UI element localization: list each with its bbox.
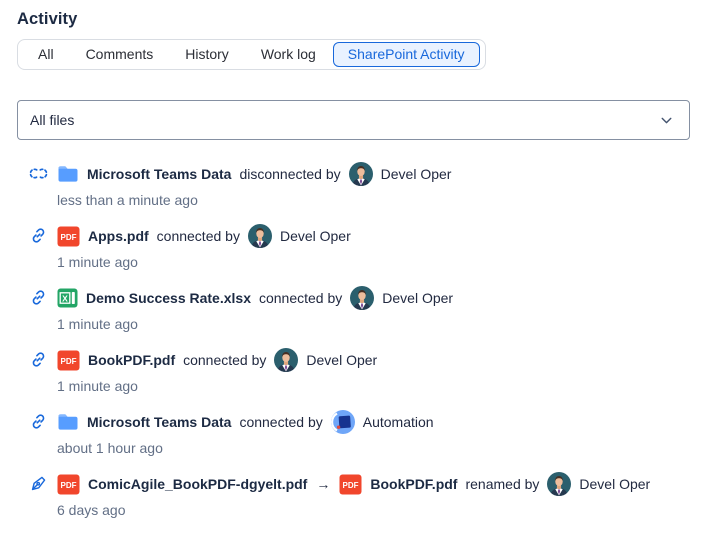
action-text: connected by <box>258 290 343 306</box>
timestamp: less than a minute ago <box>57 192 198 208</box>
activity-row: X Demo Success Rate.xlsx connected by Devel… <box>29 286 690 333</box>
activity-list: Microsoft Teams Data disconnected by Devel… <box>17 162 690 519</box>
page-title: Activity <box>17 10 78 28</box>
actor-name: Devel Oper <box>380 166 452 182</box>
link-icon <box>29 226 48 245</box>
action-text: connected by <box>183 352 267 368</box>
pdf-icon: PDF <box>57 226 80 247</box>
actor-name: Devel Oper <box>579 476 651 492</box>
tab-comments[interactable]: Comments <box>71 42 169 67</box>
link-icon <box>29 412 48 431</box>
person-avatar <box>247 224 272 248</box>
activity-panel: Activity All Comments History Work log Share… <box>0 0 708 519</box>
folder-icon <box>57 164 79 184</box>
timestamp: 1 minute ago <box>57 316 138 332</box>
action-text: renamed by <box>465 476 540 492</box>
file-name: Microsoft Teams Data <box>87 166 232 182</box>
activity-row: PDF ComicAgile_BookPDF-dgyelt.pdf → PDF Book… <box>29 472 690 519</box>
svg-text:PDF: PDF <box>61 481 77 490</box>
activity-row: PDF Apps.pdf connected by Devel Oper 1 minut… <box>29 224 690 271</box>
person-avatar <box>348 162 373 186</box>
activity-tabs: All Comments History Work log SharePoint Act… <box>17 39 486 70</box>
file-name: ComicAgile_BookPDF-dgyelt.pdf <box>88 476 308 492</box>
file-name: Microsoft Teams Data <box>87 414 232 430</box>
action-text: connected by <box>239 414 323 430</box>
actor-name: Devel Oper <box>279 228 351 244</box>
person-avatar <box>274 348 299 372</box>
actor-name: Devel Oper <box>306 352 378 368</box>
file-name: Apps.pdf <box>88 228 149 244</box>
file-name: BookPDF.pdf <box>370 476 458 492</box>
automation-avatar <box>330 410 355 434</box>
file-filter-select[interactable]: All files <box>17 100 690 140</box>
rename-icon <box>29 474 48 493</box>
tab-all[interactable]: All <box>23 42 69 67</box>
svg-text:X: X <box>62 293 68 303</box>
svg-text:PDF: PDF <box>343 481 359 490</box>
action-text: disconnected by <box>239 166 341 182</box>
pdf-icon: PDF <box>57 474 80 495</box>
pdf-icon: PDF <box>339 474 362 495</box>
timestamp: 6 days ago <box>57 502 126 518</box>
actor-name: Automation <box>362 414 434 430</box>
tab-sharepoint-activity[interactable]: SharePoint Activity <box>332 42 480 67</box>
rename-arrow: → <box>316 476 331 492</box>
disconnect-icon <box>29 164 48 183</box>
tab-work-log[interactable]: Work log <box>246 42 331 67</box>
action-text: connected by <box>156 228 240 244</box>
timestamp: 1 minute ago <box>57 378 138 394</box>
activity-row: PDF BookPDF.pdf connected by Devel Oper 1 mi… <box>29 348 690 395</box>
link-icon <box>29 350 48 369</box>
timestamp: about 1 hour ago <box>57 440 163 456</box>
activity-row: Microsoft Teams Data connected by Automati… <box>29 410 690 457</box>
activity-row: Microsoft Teams Data disconnected by Devel… <box>29 162 690 209</box>
folder-icon <box>57 412 79 432</box>
file-name: Demo Success Rate.xlsx <box>86 290 251 306</box>
chevron-down-icon <box>658 112 675 129</box>
file-filter-value: All files <box>30 112 75 128</box>
person-avatar <box>547 472 572 496</box>
file-name: BookPDF.pdf <box>88 352 176 368</box>
actor-name: Devel Oper <box>382 290 454 306</box>
excel-icon: X <box>57 288 78 308</box>
person-avatar <box>350 286 375 310</box>
pdf-icon: PDF <box>57 350 80 371</box>
timestamp: 1 minute ago <box>57 254 138 270</box>
link-icon <box>29 288 48 307</box>
svg-text:PDF: PDF <box>61 357 77 366</box>
svg-text:PDF: PDF <box>61 233 77 242</box>
tab-history[interactable]: History <box>170 42 244 67</box>
